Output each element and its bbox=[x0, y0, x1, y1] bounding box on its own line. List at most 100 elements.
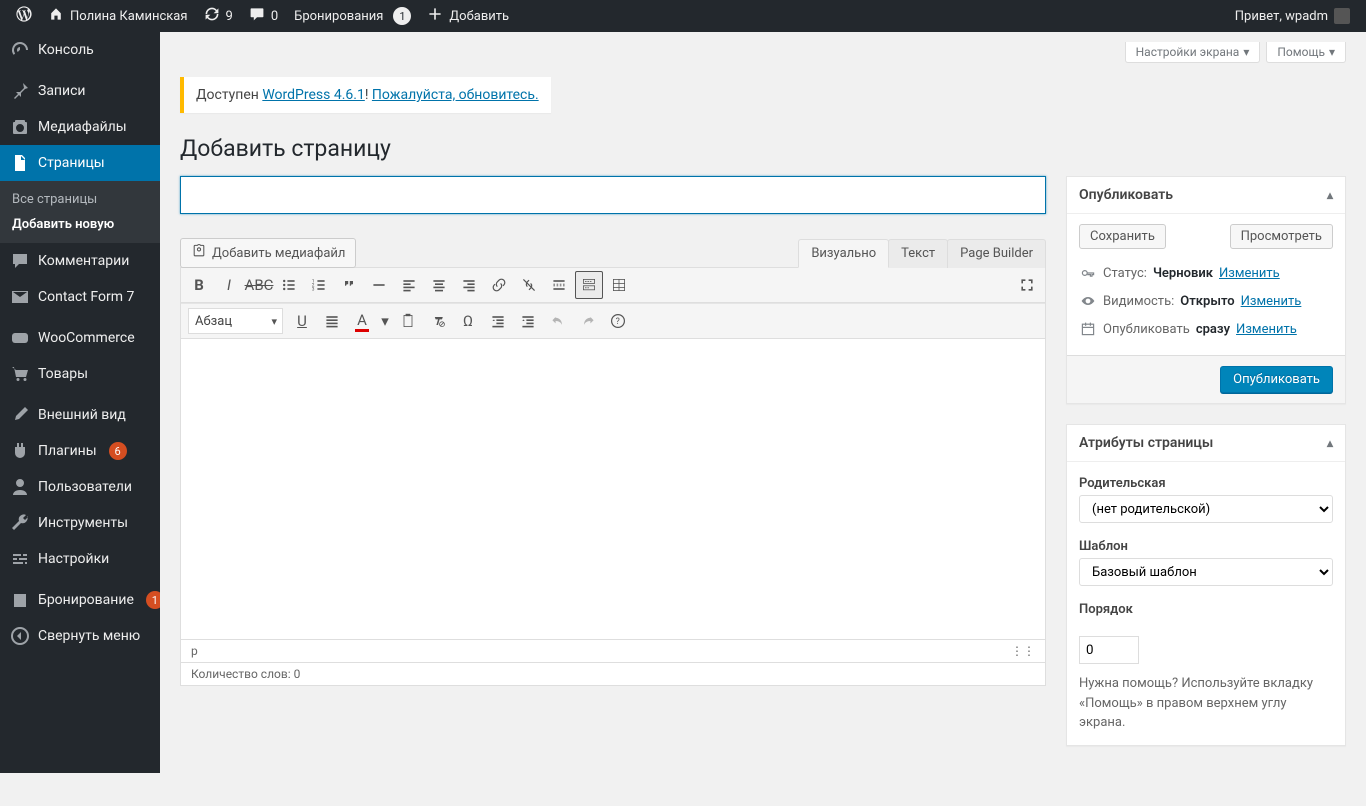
media-icon bbox=[10, 117, 30, 137]
screen-options-tab[interactable]: Настройки экрана ▾ bbox=[1125, 42, 1261, 63]
calendar-icon bbox=[1079, 321, 1097, 337]
unlink-button[interactable] bbox=[515, 271, 543, 299]
submenu-add-page[interactable]: Добавить новую bbox=[0, 212, 160, 237]
page-heading: Добавить страницу bbox=[180, 135, 1346, 162]
admin-menu: Консоль Записи Медиафайлы Страницы Все с… bbox=[0, 32, 160, 773]
menu-collapse[interactable]: Свернуть меню bbox=[0, 618, 160, 654]
collapse-icon bbox=[10, 626, 30, 646]
bookings-label: Бронирования bbox=[294, 9, 383, 24]
italic-button[interactable]: I bbox=[215, 271, 243, 299]
underline-button[interactable]: U bbox=[288, 307, 316, 335]
comments-link[interactable]: 0 bbox=[241, 0, 286, 32]
please-update-link[interactable]: Пожалуйста, обновитесь. bbox=[372, 87, 539, 103]
comments-icon bbox=[10, 251, 30, 271]
menu-settings[interactable]: Настройки bbox=[0, 541, 160, 577]
updates-link[interactable]: 9 bbox=[196, 0, 241, 32]
calendar-icon bbox=[10, 590, 30, 610]
menu-cf7[interactable]: Contact Form 7 bbox=[0, 279, 160, 315]
fullscreen-button[interactable] bbox=[1013, 271, 1041, 299]
menu-woocommerce-label: WooCommerce bbox=[38, 330, 135, 346]
wp-logo[interactable] bbox=[8, 0, 40, 32]
strike-button[interactable]: ABC bbox=[245, 271, 273, 299]
parent-select[interactable]: (нет родительской) bbox=[1079, 495, 1333, 523]
help-button[interactable]: ? bbox=[604, 307, 632, 335]
menu-plugins[interactable]: Плагины6 bbox=[0, 433, 160, 469]
submenu-all-pages[interactable]: Все страницы bbox=[0, 187, 160, 212]
menu-dashboard[interactable]: Консоль bbox=[0, 32, 160, 68]
textcolor-picker[interactable]: ▾ bbox=[378, 307, 392, 335]
page-title-input[interactable] bbox=[180, 176, 1046, 214]
edit-schedule-link[interactable]: Изменить bbox=[1236, 322, 1297, 337]
editor-content-area[interactable] bbox=[181, 339, 1045, 639]
publish-button[interactable]: Опубликовать bbox=[1220, 366, 1333, 393]
align-center-button[interactable] bbox=[425, 271, 453, 299]
users-icon bbox=[10, 477, 30, 497]
woocommerce-icon bbox=[10, 328, 30, 348]
tab-page-builder[interactable]: Page Builder bbox=[947, 239, 1046, 268]
site-name-link[interactable]: Полина Каминская bbox=[40, 0, 196, 32]
paste-text-button[interactable] bbox=[394, 307, 422, 335]
clear-format-button[interactable] bbox=[424, 307, 452, 335]
menu-dashboard-label: Консоль bbox=[38, 42, 94, 58]
indent-button[interactable] bbox=[514, 307, 542, 335]
undo-button[interactable] bbox=[544, 307, 572, 335]
menu-tools[interactable]: Инструменты bbox=[0, 505, 160, 541]
blockquote-button[interactable] bbox=[335, 271, 363, 299]
bullet-list-button[interactable] bbox=[275, 271, 303, 299]
charmap-button[interactable]: Ω bbox=[454, 307, 482, 335]
my-account[interactable]: Привет, wpadm bbox=[1227, 0, 1358, 32]
wp-version-link[interactable]: WordPress 4.6.1 bbox=[262, 87, 364, 103]
menu-plugins-label: Плагины bbox=[38, 443, 97, 459]
editor-status-bar: p ⋮⋮ bbox=[181, 639, 1045, 662]
attributes-box-header[interactable]: Атрибуты страницы ▴ bbox=[1067, 425, 1345, 462]
add-media-button[interactable]: Добавить медиафайл bbox=[180, 238, 356, 268]
table-button[interactable] bbox=[605, 271, 633, 299]
align-left-button[interactable] bbox=[395, 271, 423, 299]
tab-text[interactable]: Текст bbox=[888, 239, 948, 268]
menu-users-label: Пользователи bbox=[38, 479, 132, 495]
tab-visual[interactable]: Визуально bbox=[798, 239, 889, 268]
chevron-up-icon: ▴ bbox=[1327, 188, 1333, 202]
template-select[interactable]: Базовый шаблон bbox=[1079, 558, 1333, 586]
bookings-link[interactable]: Бронирования 1 bbox=[286, 0, 419, 32]
edit-status-link[interactable]: Изменить bbox=[1219, 266, 1280, 281]
menu-pages[interactable]: Страницы bbox=[0, 145, 160, 181]
svg-text:?: ? bbox=[616, 317, 620, 327]
hr-button[interactable] bbox=[365, 271, 393, 299]
menu-booking[interactable]: Бронирование1 bbox=[0, 582, 160, 618]
menu-comments[interactable]: Комментарии bbox=[0, 243, 160, 279]
plus-icon bbox=[427, 6, 443, 26]
preview-button[interactable]: Просмотреть bbox=[1230, 224, 1333, 249]
menu-products[interactable]: Товары bbox=[0, 356, 160, 392]
textcolor-button[interactable]: A bbox=[348, 307, 376, 335]
edit-visibility-link[interactable]: Изменить bbox=[1241, 294, 1302, 309]
bold-button[interactable]: B bbox=[185, 271, 213, 299]
menu-comments-label: Комментарии bbox=[38, 253, 129, 269]
menu-collapse-label: Свернуть меню bbox=[38, 628, 140, 644]
menu-woocommerce[interactable]: WooCommerce bbox=[0, 320, 160, 356]
redo-button[interactable] bbox=[574, 307, 602, 335]
menu-appearance[interactable]: Внешний вид bbox=[0, 397, 160, 433]
menu-media[interactable]: Медиафайлы bbox=[0, 109, 160, 145]
toolbar-toggle-button[interactable] bbox=[575, 271, 603, 299]
align-right-button[interactable] bbox=[455, 271, 483, 299]
brush-icon bbox=[10, 405, 30, 425]
publish-box-header[interactable]: Опубликовать ▴ bbox=[1067, 177, 1345, 214]
readmore-button[interactable] bbox=[545, 271, 573, 299]
add-new-link[interactable]: Добавить bbox=[419, 0, 517, 32]
resize-handle-icon[interactable]: ⋮⋮ bbox=[1011, 644, 1035, 658]
menu-posts[interactable]: Записи bbox=[0, 73, 160, 109]
outdent-button[interactable] bbox=[484, 307, 512, 335]
format-select[interactable]: Абзац bbox=[188, 308, 283, 334]
greeting-text: Привет, wpadm bbox=[1235, 9, 1328, 24]
justify-button[interactable] bbox=[318, 307, 346, 335]
bookings-count-badge: 1 bbox=[393, 7, 411, 25]
link-button[interactable] bbox=[485, 271, 513, 299]
editor-mode-tabs: Визуально Текст Page Builder bbox=[799, 239, 1046, 268]
number-list-button[interactable]: 123 bbox=[305, 271, 333, 299]
save-draft-button[interactable]: Сохранить bbox=[1079, 224, 1166, 249]
help-tab[interactable]: Помощь ▾ bbox=[1266, 42, 1346, 63]
menu-users[interactable]: Пользователи bbox=[0, 469, 160, 505]
order-input[interactable] bbox=[1079, 636, 1139, 664]
template-label: Шаблон bbox=[1079, 539, 1333, 554]
